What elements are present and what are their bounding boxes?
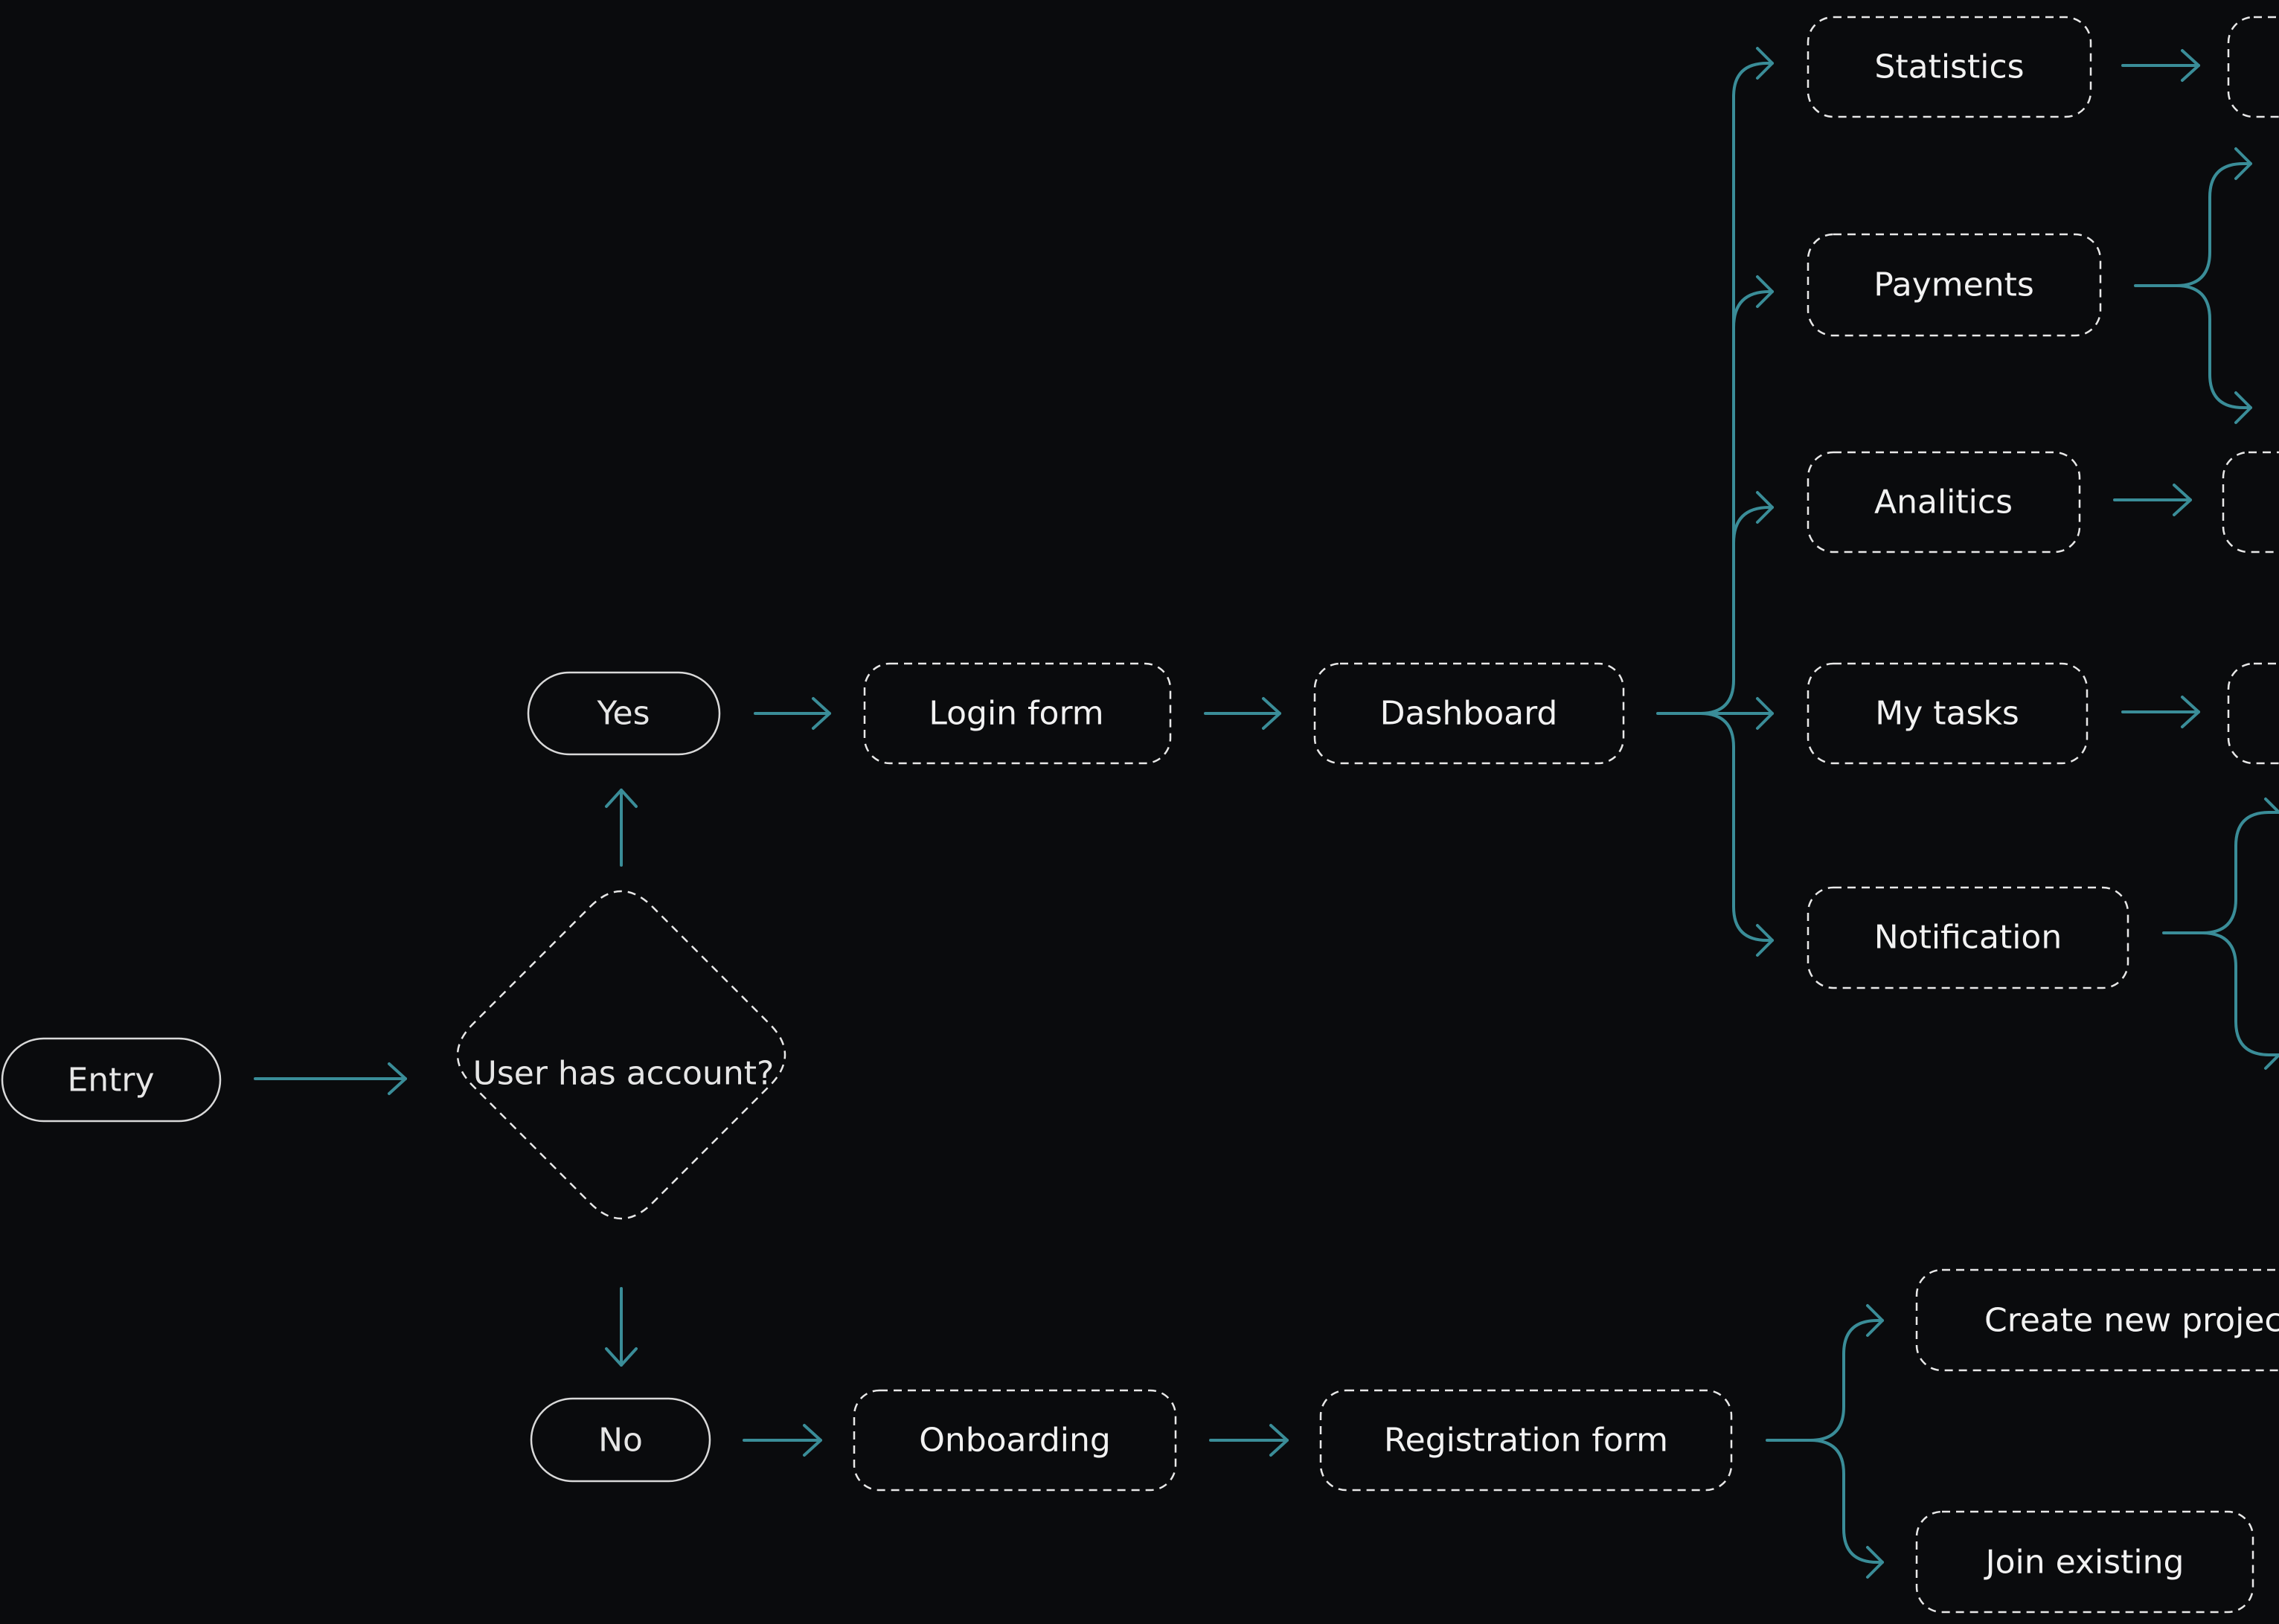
notification-label: Notification <box>1874 919 2062 957</box>
dashboard-label: Dashboard <box>1380 695 1558 733</box>
statistics-label: Statistics <box>1874 48 2024 86</box>
registration-form-label: Registration form <box>1384 1422 1668 1460</box>
yes-label: Yes <box>596 695 650 733</box>
canvas-background <box>0 0 2279 1624</box>
entry-label: Entry <box>67 1062 154 1100</box>
join-existing-label: Join existing <box>1984 1544 2185 1582</box>
onboarding-label: Onboarding <box>919 1422 1111 1460</box>
my-tasks-label: My tasks <box>1875 695 2019 733</box>
decision-label: User has account? <box>473 1055 775 1093</box>
create-new-project-label: Create new project <box>1984 1302 2279 1340</box>
login-form-label: Login form <box>929 695 1103 733</box>
no-label: No <box>598 1422 643 1460</box>
flowchart: Entry User has account? Yes No Login for… <box>0 0 2279 1624</box>
analitics-label: Analitics <box>1874 484 2013 521</box>
payments-label: Payments <box>1873 266 2034 304</box>
